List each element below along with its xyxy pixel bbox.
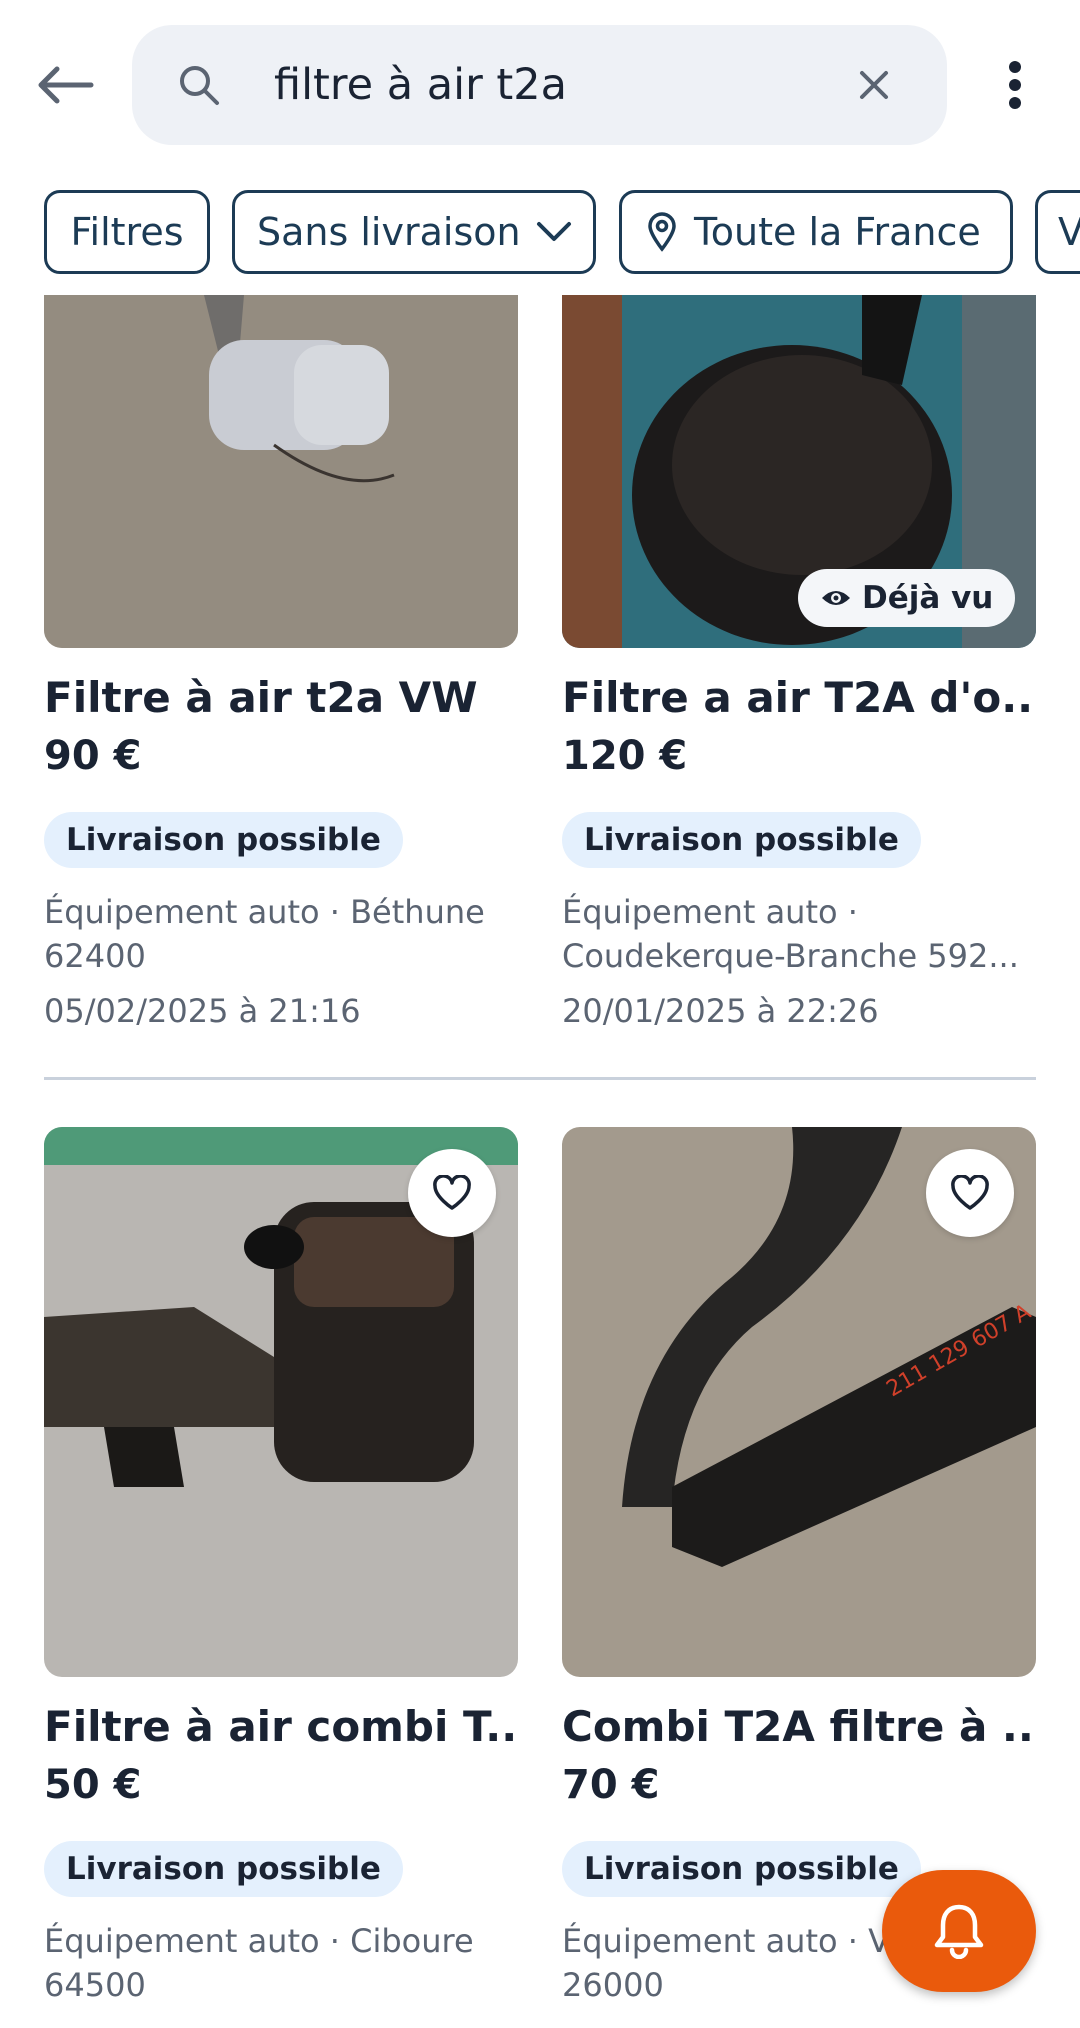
- favorite-button[interactable]: [408, 1149, 496, 1237]
- seen-badge: Déjà vu: [798, 569, 1016, 627]
- listing-card[interactable]: Filtre à air combi T... 50 € Livraison p…: [44, 1127, 518, 2028]
- listing-card[interactable]: Déjà vu Filtre a air T2A d'o... 120 € Li…: [562, 295, 1036, 1035]
- chip-filters[interactable]: Filtres: [44, 190, 210, 274]
- listing-title: Combi T2A filtre à ...: [562, 1702, 1036, 1751]
- chip-more[interactable]: V: [1035, 190, 1080, 274]
- filter-chips-row: Filtres Sans livraison Toute la France V: [0, 190, 1080, 280]
- favorite-button[interactable]: [926, 1149, 1014, 1237]
- listing-postcode: 62400: [44, 937, 146, 975]
- listing-date: 05/02/2025 à 21:16: [44, 992, 361, 1030]
- listing-category-location: Équipement auto · Béthune: [44, 893, 485, 931]
- listing-price: 50 €: [44, 1762, 142, 1808]
- close-icon[interactable]: [854, 65, 894, 105]
- delivery-badge: Livraison possible: [44, 1841, 403, 1897]
- listing-postcode: Coudekerque-Branche 592...: [562, 937, 1019, 975]
- listing-price: 90 €: [44, 733, 142, 779]
- delivery-badge: Livraison possible: [44, 812, 403, 868]
- listing-price: 70 €: [562, 1762, 660, 1808]
- eye-icon: [822, 591, 850, 605]
- listing-title: Filtre à air combi T...: [44, 1702, 518, 1751]
- chip-label: Sans livraison: [257, 210, 521, 254]
- create-alert-button[interactable]: [882, 1870, 1036, 1992]
- listing-postcode: 64500: [44, 1966, 146, 2004]
- chip-label: Filtres: [70, 210, 184, 254]
- search-input[interactable]: filtre à air t2a: [274, 55, 567, 115]
- listing-category-location: Équipement auto · Ciboure: [44, 1922, 474, 1960]
- back-button[interactable]: [30, 50, 100, 120]
- listing-image[interactable]: Déjà vu: [562, 295, 1036, 648]
- chip-label: Toute la France: [694, 210, 981, 254]
- listing-image[interactable]: [44, 295, 518, 648]
- chip-delivery[interactable]: Sans livraison: [232, 190, 596, 274]
- heart-icon: [951, 1175, 989, 1210]
- listing-title: Filtre à air t2a VW: [44, 673, 478, 722]
- listing-date: 20/01/2025 à 22:26: [562, 992, 879, 1030]
- listing-image[interactable]: 211 129 607 A: [562, 1127, 1036, 1677]
- listing-title: Filtre a air T2A d'o...: [562, 673, 1036, 722]
- more-options-button[interactable]: [990, 55, 1040, 115]
- chevron-down-icon: [536, 222, 571, 241]
- delivery-badge: Livraison possible: [562, 1841, 921, 1897]
- listing-price: 120 €: [562, 733, 688, 779]
- listing-image[interactable]: [44, 1127, 518, 1677]
- back-arrow-icon: [38, 66, 94, 104]
- search-bar[interactable]: filtre à air t2a: [132, 25, 947, 145]
- search-icon: [180, 66, 219, 105]
- chip-label: V: [1058, 210, 1080, 254]
- more-vert-icon: [1009, 61, 1021, 109]
- listing-category-location: Équipement auto ·: [562, 893, 858, 931]
- delivery-badge: Livraison possible: [562, 812, 921, 868]
- heart-icon: [433, 1175, 471, 1210]
- seen-label: Déjà vu: [862, 580, 994, 616]
- divider: [44, 1077, 1036, 1080]
- listing-card[interactable]: Filtre à air t2a VW 90 € Livraison possi…: [44, 295, 518, 1035]
- chip-location[interactable]: Toute la France: [619, 190, 1013, 274]
- location-pin-icon: [648, 212, 676, 252]
- bell-icon: [934, 1904, 984, 1959]
